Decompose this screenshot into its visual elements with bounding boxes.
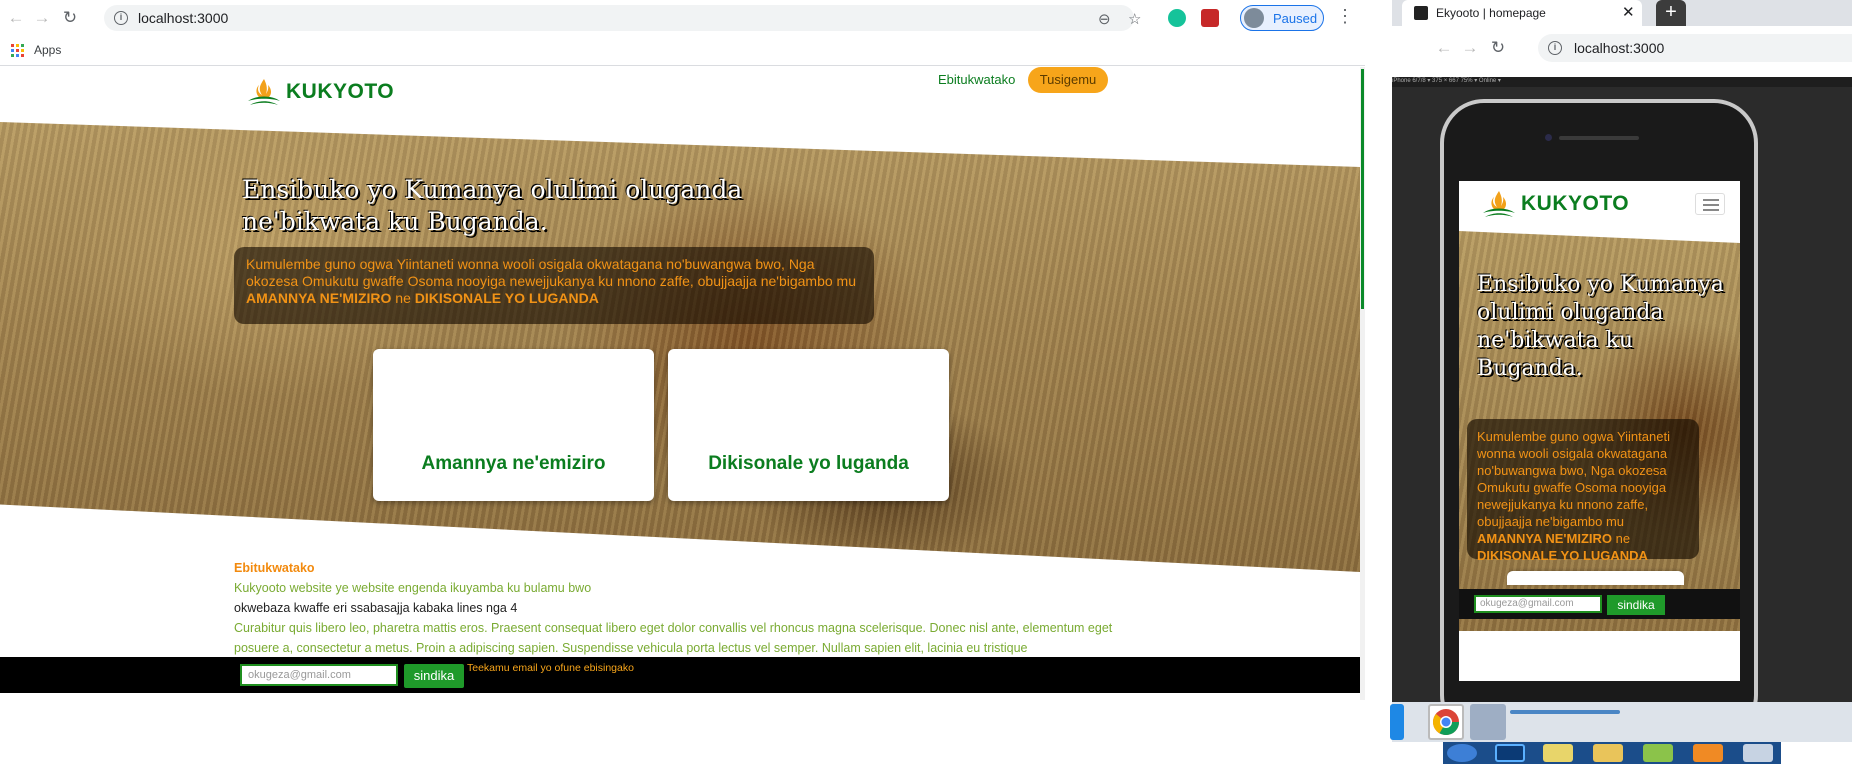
nav-link-about[interactable]: Ebitukwatako bbox=[938, 72, 1015, 87]
app-taskbar-icon[interactable] bbox=[1693, 744, 1723, 762]
taskbar-indicator bbox=[1510, 710, 1620, 714]
site-info-icon[interactable]: i bbox=[1548, 41, 1562, 55]
folder-taskbar-icon[interactable] bbox=[1593, 744, 1623, 762]
brand-name: KUKYOTO bbox=[1521, 192, 1630, 215]
mobile-desc-strong-names: AMANNYA NE'MIZIRO bbox=[1477, 531, 1613, 546]
devtools-browser-window: Ekyooto | homepage ✕ + ← → ↻ i localhost… bbox=[1392, 0, 1852, 768]
app-taskbar-icon[interactable] bbox=[1643, 744, 1673, 762]
main-browser-window: ← → ↻ i localhost:3000 ⊖ ☆ Paused ⋮ Apps bbox=[0, 0, 1365, 700]
about-section: Ebitukwatako Kukyooto website ye website… bbox=[234, 558, 1114, 658]
menu-kebab-icon[interactable]: ⋮ bbox=[1336, 6, 1354, 27]
site-logo[interactable]: KUKYOTO bbox=[246, 77, 394, 107]
tab-homepage[interactable]: Ekyooto | homepage ✕ bbox=[1402, 0, 1642, 26]
taskbar-app-icon[interactable] bbox=[1390, 704, 1404, 740]
back-icon[interactable]: ← bbox=[6, 8, 26, 28]
apps-shortcut[interactable]: Apps bbox=[34, 43, 61, 57]
hero-desc-joiner: ne bbox=[391, 290, 415, 306]
apps-grid-icon[interactable] bbox=[11, 44, 24, 57]
bookmark-star-icon[interactable]: ☆ bbox=[1128, 10, 1141, 28]
browser-toolbar: ← → ↻ i localhost:3000 bbox=[1392, 26, 1852, 72]
address-url[interactable]: localhost:3000 bbox=[1574, 40, 1664, 56]
grammarly-extension-icon[interactable] bbox=[1168, 9, 1186, 27]
send-button[interactable]: sindika bbox=[404, 664, 464, 688]
mobile-hero-title: Ensibuko yo Kumanya olulimi oluganda ne'… bbox=[1477, 272, 1724, 381]
card-label: Dikisonale yo luganda bbox=[708, 453, 909, 474]
flame-logo-icon bbox=[1481, 189, 1517, 219]
tab-strip: Ekyooto | homepage ✕ + bbox=[1392, 0, 1852, 26]
photoshop-taskbar-icon[interactable] bbox=[1495, 744, 1525, 762]
card-label: Amannya ne'emiziro bbox=[421, 453, 606, 474]
react-favicon-icon bbox=[1414, 6, 1428, 20]
flame-logo-icon bbox=[246, 77, 282, 107]
mobile-email-input[interactable]: okugeza@gmail.com bbox=[1474, 595, 1602, 613]
tab-title: Ekyooto | homepage bbox=[1436, 6, 1546, 20]
mobile-hero-description: Kumulembe guno ogwa Yiintaneti wonna woo… bbox=[1467, 419, 1699, 563]
taskbar bbox=[1390, 702, 1852, 742]
secondary-taskbar bbox=[1443, 742, 1781, 764]
email-input[interactable]: okugeza@gmail.com bbox=[240, 664, 398, 686]
forward-icon[interactable]: → bbox=[1460, 38, 1480, 58]
card-dictionary[interactable]: Dikisonale yo luganda bbox=[668, 349, 949, 501]
close-tab-icon[interactable]: ✕ bbox=[1622, 3, 1635, 21]
back-icon[interactable]: ← bbox=[1434, 38, 1454, 58]
profile-paused-button[interactable]: Paused bbox=[1240, 5, 1324, 31]
device-toolbar[interactable]: iPhone 6/7/8 ▾ 375 × 667 75% ▾ Online ▾ bbox=[1392, 77, 1852, 87]
profile-status-label: Paused bbox=[1273, 11, 1318, 26]
brand-name: KUKYOTO bbox=[286, 80, 395, 103]
page-scrollbar[interactable] bbox=[1360, 67, 1365, 700]
mobile-screen: KUKYOTO Ensibuko yo Kumanya olulimi olug… bbox=[1459, 181, 1740, 681]
bookmarks-bar: Apps bbox=[0, 36, 1365, 66]
phone-frame: KUKYOTO Ensibuko yo Kumanya olulimi olug… bbox=[1440, 99, 1758, 739]
mobile-newsletter-footer: okugeza@gmail.com sindika bbox=[1459, 589, 1740, 619]
mobile-desc-joiner: ne bbox=[1612, 531, 1631, 546]
reload-icon[interactable]: ↻ bbox=[1488, 38, 1508, 58]
mobile-desc-text: Kumulembe guno ogwa Yiintaneti wonna woo… bbox=[1477, 429, 1670, 529]
mobile-send-button[interactable]: sindika bbox=[1607, 595, 1665, 615]
forward-icon[interactable]: → bbox=[32, 8, 52, 28]
address-url[interactable]: localhost:3000 bbox=[138, 10, 228, 26]
speaker-icon bbox=[1559, 136, 1639, 140]
newsletter-footer: okugeza@gmail.com sindika Teekamu email … bbox=[0, 657, 1360, 693]
about-paragraph: Curabitur quis libero leo, pharetra matt… bbox=[234, 621, 1113, 655]
about-heading: Ebitukwatako bbox=[234, 561, 315, 575]
contact-button[interactable]: Tusigemu bbox=[1028, 67, 1108, 93]
new-tab-button[interactable]: + bbox=[1656, 0, 1686, 26]
avatar bbox=[1244, 8, 1264, 28]
hero-description: Kumulembe guno ogwa Yiintaneti wonna woo… bbox=[234, 247, 874, 324]
hero-desc-strong-names: AMANNYA NE'MIZIRO bbox=[246, 290, 392, 306]
newsletter-message: Teekamu email yo ofune ebisingako bbox=[467, 662, 634, 674]
app-taskbar-icon[interactable] bbox=[1743, 744, 1773, 762]
extension-icon[interactable] bbox=[1201, 9, 1219, 27]
hero-desc-text: Kumulembe guno ogwa Yiintaneti wonna woo… bbox=[246, 256, 856, 289]
address-bar[interactable]: i localhost:3000 bbox=[1538, 34, 1852, 62]
hero-title: Ensibuko yo Kumanya olulimi oluganda ne'… bbox=[242, 175, 743, 236]
paint-taskbar-icon[interactable] bbox=[1470, 704, 1506, 740]
about-line: okwebaza kwaffe eri ssabasajja kabaka li… bbox=[234, 601, 518, 615]
reload-icon[interactable]: ↻ bbox=[60, 8, 80, 28]
web-page: KUKYOTO Ebitukwatako Tusigemu Ensibuko y… bbox=[0, 67, 1360, 700]
mobile-card[interactable] bbox=[1507, 571, 1684, 585]
chrome-taskbar-icon[interactable] bbox=[1428, 704, 1464, 740]
address-bar[interactable]: i localhost:3000 ⊖ ☆ bbox=[104, 5, 1141, 31]
mobile-desc-strong-dictionary: DIKISONALE YO LUGANDA bbox=[1477, 548, 1648, 563]
browser-toolbar: ← → ↻ i localhost:3000 ⊖ ☆ Paused ⋮ bbox=[0, 0, 1365, 36]
about-line: Kukyooto website ye website engenda ikuy… bbox=[234, 581, 592, 595]
zoom-icon[interactable]: ⊖ bbox=[1098, 10, 1111, 28]
device-emulation-area: iPhone 6/7/8 ▾ 375 × 667 75% ▾ Online ▾ … bbox=[1392, 77, 1852, 739]
hero-desc-strong-dictionary: DIKISONALE YO LUGANDA bbox=[414, 290, 599, 306]
start-icon[interactable] bbox=[1447, 744, 1477, 762]
site-info-icon[interactable]: i bbox=[114, 11, 128, 25]
hamburger-menu-icon[interactable] bbox=[1695, 193, 1725, 215]
camera-icon bbox=[1545, 134, 1552, 141]
mobile-site-logo[interactable]: KUKYOTO bbox=[1481, 189, 1629, 219]
folder-taskbar-icon[interactable] bbox=[1543, 744, 1573, 762]
card-names-clans[interactable]: Amannya ne'emiziro bbox=[373, 349, 654, 501]
